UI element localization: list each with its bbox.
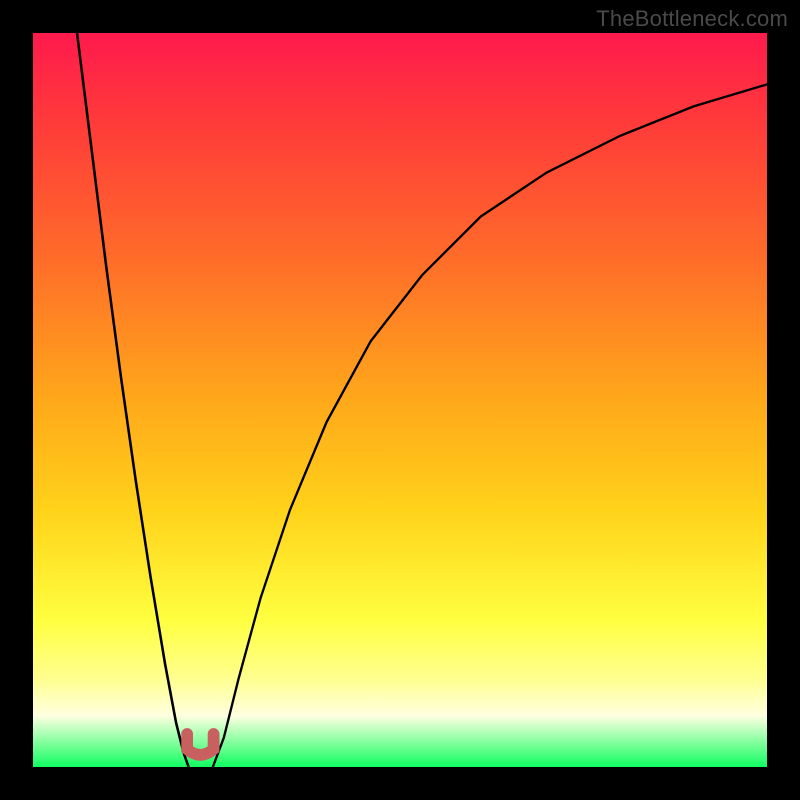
chart-svg <box>33 33 767 767</box>
plot-area <box>33 33 767 767</box>
curve-right-branch <box>213 84 767 767</box>
outer-frame: TheBottleneck.com <box>0 0 800 800</box>
watermark-text: TheBottleneck.com <box>596 6 788 32</box>
minimum-bump-marker <box>187 734 213 755</box>
curve-left-branch <box>77 33 189 767</box>
